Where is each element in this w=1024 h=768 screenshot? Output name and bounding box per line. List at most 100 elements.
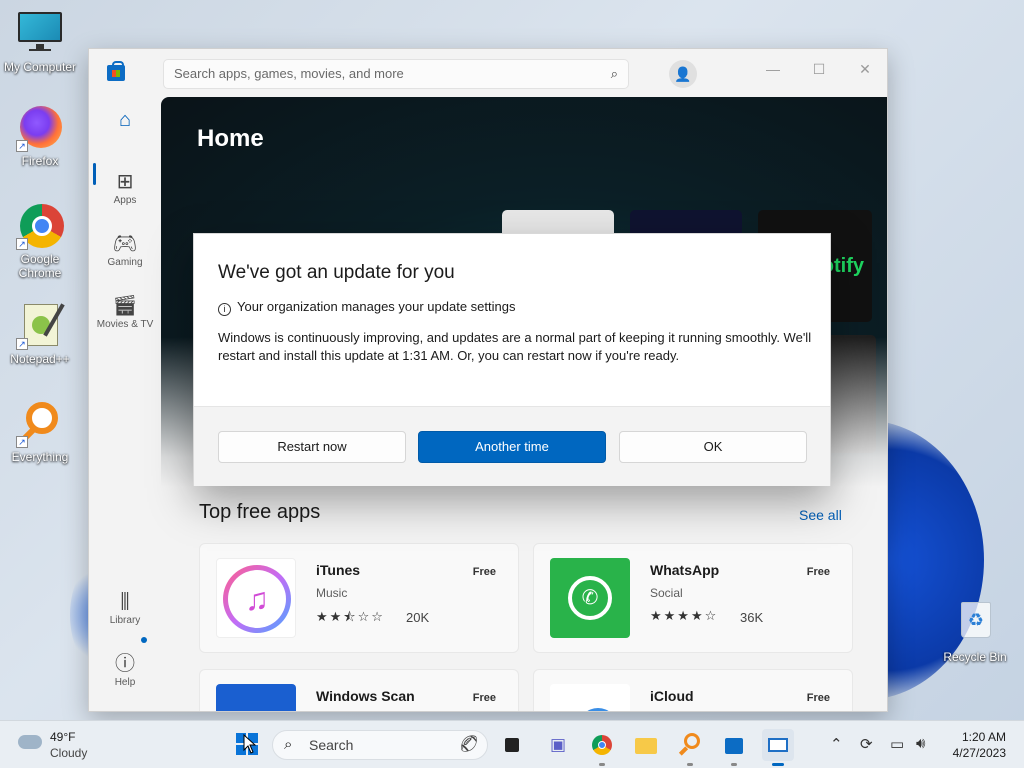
search-icon[interactable]: ⌕ (611, 60, 618, 88)
store-search-input[interactable]: Search apps, games, movies, and more ⌕ (163, 59, 629, 89)
sync-icon[interactable]: ⟳ (860, 735, 873, 753)
help-icon: ⓘ (115, 653, 135, 675)
star-rating: ★★⯪☆☆ (316, 609, 385, 624)
app-name: Windows Scan (316, 688, 415, 704)
desktop-icon-everything[interactable]: ↗ Everything (0, 400, 80, 464)
account-icon[interactable]: 👤 (669, 60, 697, 88)
desktop-icon-label: My Computer (3, 60, 77, 74)
chrome-icon[interactable] (586, 729, 618, 761)
cloud-icon (18, 735, 42, 749)
weather-temp: 49°F (50, 730, 76, 744)
nav-label: Gaming (107, 257, 143, 268)
app-card-itunes[interactable]: ♫ iTunes Music Free ★★⯪☆☆ 20K (199, 543, 519, 653)
running-indicator (731, 763, 737, 766)
monitor-icon (16, 10, 64, 58)
desktop-icon-recycle-bin[interactable]: ♻ Recycle Bin (935, 600, 1015, 664)
recycle-bin-icon: ♻ (951, 600, 999, 648)
minimize-icon[interactable]: — (753, 55, 793, 83)
file-explorer-icon[interactable] (630, 729, 662, 761)
running-indicator (687, 763, 693, 766)
taskbar-search[interactable]: ⌕ Search 🏈︎ (272, 730, 488, 760)
everything-search-icon[interactable] (674, 729, 706, 761)
rating-count: 20K (406, 610, 430, 625)
app-category: Social (650, 586, 683, 600)
nav-item-library[interactable]: ⫼ Library (93, 589, 157, 645)
nav-label: Movies & TV (96, 319, 154, 330)
dialog-body: Windows is continuously improving, and u… (218, 330, 812, 363)
restart-now-button[interactable]: Restart now (218, 431, 406, 463)
search-icon: ⌕ (284, 736, 293, 753)
icloud-icon (550, 684, 630, 711)
desktop-icon-notepad-plus-plus[interactable]: ↗ Notepad++ (0, 302, 80, 366)
desktop-icon-my-computer[interactable]: My Computer (0, 10, 80, 74)
library-notification-dot (141, 637, 147, 643)
star-rating: ★★★★☆ (650, 608, 719, 623)
running-indicator-active (772, 763, 784, 766)
apps-icon: ⊞ (116, 171, 134, 193)
notepad-plus-plus-icon: ↗ (16, 302, 65, 350)
network-icon[interactable]: ▭ (890, 735, 904, 753)
clock-time: 1:20 AM (961, 730, 1006, 744)
search-highlight-icon: 🏈︎ (458, 736, 479, 753)
search-placeholder: Search apps, games, movies, and more (174, 66, 404, 81)
chrome-icon: ↗ (16, 202, 64, 250)
library-icon: ⫼ (120, 591, 130, 613)
microsoft-store-icon[interactable] (718, 729, 750, 761)
weather-desc: Cloudy (50, 746, 88, 760)
nav-rail: ⌂ ⊞ Apps 🎮︎ Gaming 🎬︎ Movies & TV ⫼ Libr… (89, 97, 161, 711)
nav-item-apps[interactable]: ⊞ Apps (93, 169, 157, 225)
desktop-icon-label: Recycle Bin (943, 650, 1007, 664)
windows-scan-icon (216, 684, 296, 711)
volume-icon[interactable]: 🔊︎ (916, 735, 925, 752)
nav-label: Apps (113, 195, 137, 206)
title-bar: Search apps, games, movies, and more ⌕ 👤… (89, 49, 887, 97)
dialog-info-text: Your organization manages your update se… (237, 299, 516, 314)
clock[interactable]: 1:20 AM 4/27/2023 (953, 729, 1006, 761)
task-view-icon[interactable] (496, 729, 528, 761)
another-time-button[interactable]: Another time (418, 431, 606, 463)
clapperboard-icon: 🎬︎ (112, 295, 138, 317)
mouse-cursor (243, 734, 257, 754)
home-icon: ⌂ (118, 109, 132, 131)
app-name: iCloud (650, 688, 694, 704)
app-price: Free (806, 566, 830, 578)
nav-item-home[interactable]: ⌂ (93, 107, 157, 163)
close-icon[interactable]: ✕ (845, 55, 885, 83)
desktop-icon-label: Notepad++ (10, 352, 70, 366)
gamepad-icon: 🎮︎ (112, 233, 138, 255)
whatsapp-icon: ✆ (550, 558, 630, 638)
maximize-icon[interactable]: ☐ (799, 55, 839, 83)
desktop-icon-firefox[interactable]: ↗ Firefox (0, 104, 80, 168)
nav-item-help[interactable]: ⓘ Help (93, 651, 157, 707)
app-name: WhatsApp (650, 562, 720, 578)
chevron-up-icon[interactable]: ⌃ (830, 735, 843, 753)
desktop-icon-label: Firefox (21, 154, 59, 168)
weather-widget[interactable]: 49°F Cloudy (16, 729, 116, 763)
see-all-link[interactable]: See all (799, 507, 842, 523)
nav-item-gaming[interactable]: 🎮︎ Gaming (93, 231, 157, 287)
teams-chat-icon[interactable]: ▣ (542, 729, 574, 761)
app-card-windows-scan[interactable]: Windows Scan Free (199, 669, 519, 711)
dialog-footer: Restart now Another time OK (194, 406, 830, 486)
app-price: Free (472, 566, 496, 578)
dialog-info: i Your organization manages your update s… (218, 299, 515, 316)
app-price: Free (472, 692, 496, 704)
ok-button[interactable]: OK (619, 431, 807, 463)
dialog-title: We've got an update for you (218, 262, 455, 283)
app-card-whatsapp[interactable]: ✆ WhatsApp Social Free ★★★★☆ 36K (533, 543, 853, 653)
rating-count: 36K (740, 610, 764, 625)
app-name: iTunes (316, 562, 361, 578)
running-indicator (599, 763, 605, 766)
nav-label: Library (109, 615, 141, 626)
app-category: Music (316, 586, 348, 600)
desktop-icon-label: Google Chrome (18, 252, 62, 280)
desktop-icon-label: Everything (11, 450, 69, 464)
app-card-icloud[interactable]: iCloud Free (533, 669, 853, 711)
itunes-icon: ♫ (216, 558, 296, 638)
section-title: Top free apps (199, 501, 321, 523)
app-price: Free (806, 692, 830, 704)
nav-item-movies-tv[interactable]: 🎬︎ Movies & TV (93, 293, 157, 349)
desktop-icon-google-chrome[interactable]: ↗ Google Chrome (0, 202, 80, 280)
settings-app-icon[interactable] (762, 729, 794, 761)
page-title: Home (197, 125, 264, 152)
